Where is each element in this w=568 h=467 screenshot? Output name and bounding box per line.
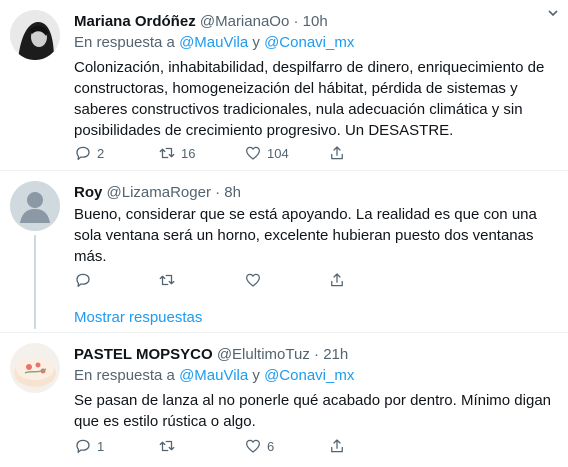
share-button[interactable] bbox=[328, 437, 412, 455]
like-icon bbox=[245, 439, 261, 453]
tweet-header: PASTEL MOPSYCO @ElultimoTuz · 21h bbox=[74, 345, 560, 364]
tweet-header: Roy @LizamaRoger · 8h bbox=[74, 183, 560, 202]
reply-context: En respuesta a @MauVila y @Conavi_mx bbox=[74, 366, 560, 385]
like-count: 6 bbox=[267, 438, 275, 454]
reply-icon bbox=[76, 439, 90, 454]
tweet-pastel-mopsyco[interactable]: PASTEL MOPSYCO @ElultimoTuz · 21h En res… bbox=[0, 333, 568, 467]
reply-icon bbox=[76, 273, 90, 288]
retweet-icon bbox=[159, 147, 175, 159]
like-button[interactable] bbox=[244, 271, 328, 289]
retweet-count: 16 bbox=[181, 145, 196, 161]
timestamp[interactable]: 8h bbox=[224, 184, 241, 201]
author-handle[interactable]: @ElultimoTuz bbox=[217, 346, 310, 363]
tweet-actions: 1 6 bbox=[74, 437, 412, 455]
share-button[interactable] bbox=[328, 144, 412, 162]
tweet-header: Mariana Ordóñez @MarianaOo · 10h bbox=[74, 12, 560, 31]
reply-icon bbox=[76, 146, 90, 161]
reply-button[interactable] bbox=[74, 271, 158, 289]
avatar[interactable] bbox=[10, 181, 60, 231]
reply-count: 2 bbox=[97, 145, 105, 161]
share-icon bbox=[331, 439, 343, 453]
avatar[interactable] bbox=[10, 343, 60, 393]
reply-prefix: En respuesta a bbox=[74, 367, 175, 384]
avatar[interactable] bbox=[10, 10, 60, 60]
show-replies-link[interactable]: Mostrar respuestas bbox=[74, 309, 202, 326]
tweet-mariana[interactable]: Mariana Ordóñez @MarianaOo · 10h En resp… bbox=[0, 0, 568, 170]
mention-link-conavi[interactable]: @Conavi_mx bbox=[264, 367, 354, 384]
like-icon bbox=[245, 273, 261, 287]
share-icon bbox=[331, 146, 343, 160]
retweet-icon bbox=[159, 440, 175, 452]
author-name[interactable]: PASTEL MOPSYCO bbox=[74, 346, 213, 363]
retweet-button[interactable]: 16 bbox=[158, 144, 244, 162]
tweet-actions bbox=[74, 271, 412, 289]
like-count: 104 bbox=[267, 145, 289, 161]
retweet-button[interactable] bbox=[158, 271, 244, 289]
author-name[interactable]: Mariana Ordóñez bbox=[74, 13, 196, 30]
author-name[interactable]: Roy bbox=[74, 184, 102, 201]
reply-button[interactable]: 2 bbox=[74, 144, 158, 162]
thread-line bbox=[34, 235, 36, 299]
tweet-roy[interactable]: Roy @LizamaRoger · 8h Bueno, considerar … bbox=[0, 171, 568, 299]
timestamp[interactable]: 10h bbox=[303, 13, 328, 30]
separator-dot: · bbox=[289, 13, 303, 30]
author-handle[interactable]: @LizamaRoger bbox=[107, 184, 211, 201]
separator-dot: · bbox=[309, 346, 324, 363]
tweet-text: Bueno, considerar que se está apoyando. … bbox=[74, 206, 537, 265]
retweet-button[interactable] bbox=[158, 437, 244, 455]
reply-count: 1 bbox=[97, 438, 105, 454]
like-icon bbox=[245, 146, 261, 160]
chevron-down-icon[interactable] bbox=[546, 6, 560, 23]
share-icon bbox=[331, 273, 343, 287]
like-button[interactable]: 6 bbox=[244, 437, 328, 455]
reply-and: y bbox=[252, 367, 260, 384]
mention-link-mauvila[interactable]: @MauVila bbox=[179, 367, 248, 384]
tweet-text: Colonización, inhabitabilidad, despilfar… bbox=[74, 59, 545, 139]
mention-link-mauvila[interactable]: @MauVila bbox=[179, 34, 248, 51]
separator-dot: · bbox=[210, 184, 225, 201]
retweet-icon bbox=[159, 274, 175, 286]
reply-prefix: En respuesta a bbox=[74, 34, 175, 51]
reply-and: y bbox=[252, 34, 260, 51]
tweet-actions: 2 16 104 bbox=[74, 144, 412, 162]
thread-line bbox=[34, 299, 36, 329]
tweet-text: Se pasan de lanza al no ponerle qué acab… bbox=[74, 392, 552, 430]
timestamp[interactable]: 21h bbox=[323, 346, 348, 363]
author-handle[interactable]: @MarianaOo bbox=[200, 13, 289, 30]
like-button[interactable]: 104 bbox=[244, 144, 328, 162]
reply-button[interactable]: 1 bbox=[74, 437, 158, 455]
share-button[interactable] bbox=[328, 271, 412, 289]
reply-context: En respuesta a @MauVila y @Conavi_mx bbox=[74, 33, 560, 52]
mention-link-conavi[interactable]: @Conavi_mx bbox=[264, 34, 354, 51]
